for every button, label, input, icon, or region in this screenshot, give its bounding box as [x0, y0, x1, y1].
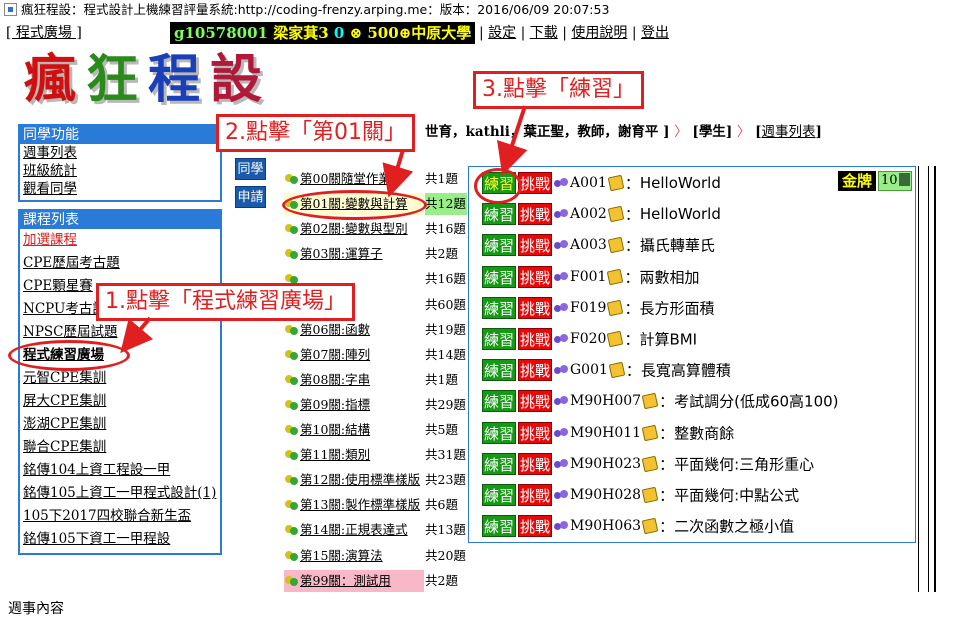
- annotation-arrows: [120, 105, 528, 354]
- arrow-step-1: [120, 316, 154, 354]
- arrow-step-2: [382, 149, 414, 198]
- arrow-step-3: [497, 105, 528, 176]
